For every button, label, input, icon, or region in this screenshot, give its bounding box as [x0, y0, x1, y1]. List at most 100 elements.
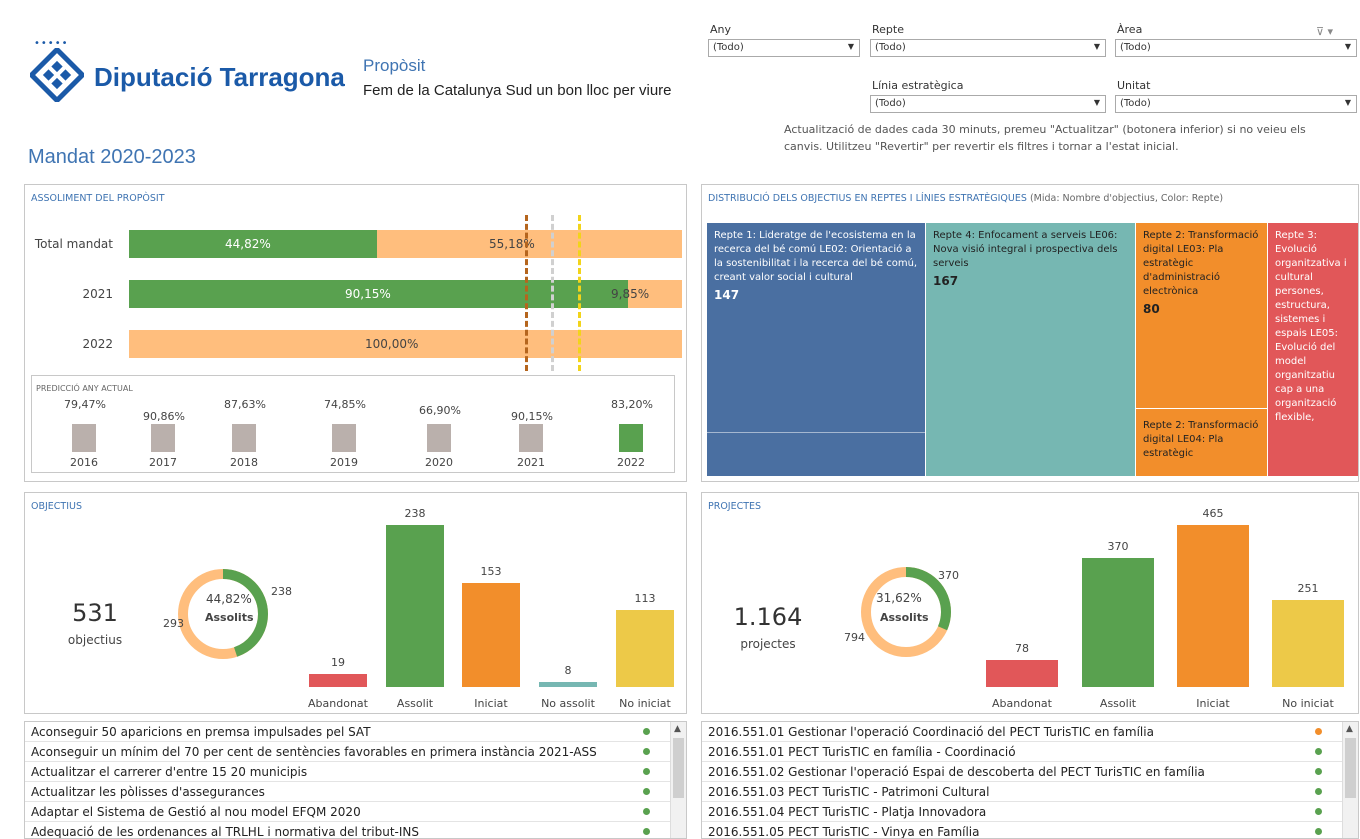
projectes-list-item[interactable]: 2016.551.04 PECT TurisTIC - Platja Innov…: [702, 802, 1358, 822]
treemap-cell-repte2-le03[interactable]: Repte 2: Transformació digital LE03: Pla…: [1136, 223, 1268, 409]
objectius-list-item-text: Actualitzar les pòlisses d'assegurances: [31, 785, 265, 799]
objectius-donut-left: 293: [163, 617, 184, 630]
projectes-bar-value-iniciat: 465: [1202, 507, 1224, 520]
prediction-value-2017: 90,86%: [143, 410, 185, 423]
bar-total-assolit-label: 44,82%: [225, 237, 271, 251]
prediction-year-2017: 2017: [149, 456, 177, 469]
prediction-bar-2021[interactable]: [519, 424, 543, 452]
projectes-bar-category-assolit: Assolit: [1099, 697, 1137, 710]
prediction-bar-2017[interactable]: [151, 424, 175, 452]
logo-diamond-icon: [30, 48, 84, 102]
projectes-bar-no-iniciat[interactable]: [1272, 599, 1344, 687]
projectes-list-item[interactable]: 2016.551.01 Gestionar l'operació Coordin…: [702, 722, 1358, 742]
projectes-bar-assolit[interactable]: [1082, 558, 1154, 687]
status-dot-icon: [643, 828, 650, 835]
scroll-up-icon[interactable]: ▲: [1346, 724, 1353, 734]
projectes-list-item-text: 2016.551.01 PECT TurisTIC en família - C…: [708, 745, 1016, 759]
row-label-2022: 2022: [82, 337, 113, 351]
projectes-donut-label: Assolits: [880, 611, 929, 624]
objectius-bar-category-abandonat: Abandonat: [308, 697, 368, 710]
projectes-donut-left: 794: [844, 631, 865, 644]
projectes-list-item[interactable]: 2016.551.01 PECT TurisTIC en família - C…: [702, 742, 1358, 762]
treemap-cell-repte3[interactable]: Repte 3: Evolució organitzativa i cultur…: [1268, 223, 1358, 477]
filter-unitat-value: (Todo): [1120, 98, 1151, 109]
filter-area-value: (Todo): [1120, 42, 1151, 53]
objectius-list-item-text: Adaptar el Sistema de Gestió al nou mode…: [31, 805, 361, 819]
chevron-down-icon: ▼: [1344, 42, 1351, 51]
projectes-bar-abandonat[interactable]: [986, 659, 1058, 687]
treemap-cell-repte2-le03-text: Repte 2: Transformació digital LE03: Pla…: [1143, 230, 1259, 297]
treemap-cell-repte4[interactable]: Repte 4: Enfocament a serveis LE06: Nova…: [926, 223, 1136, 477]
prediction-box: PREDICCIÓ ANY ACTUAL 79,47% 2016 90,86% 201…: [31, 375, 675, 473]
objectius-bar-no-assolit[interactable]: [539, 681, 597, 687]
prediction-bar-2016[interactable]: [72, 424, 96, 452]
prediction-bar-2022[interactable]: [619, 424, 643, 452]
status-dot-icon: [643, 808, 650, 815]
projectes-list-item[interactable]: 2016.551.03 PECT TurisTIC - Patrimoni Cu…: [702, 782, 1358, 802]
filter-area-select[interactable]: (Todo) ▼: [1115, 39, 1357, 57]
objectius-list-item[interactable]: Aconseguir 50 aparicions en premsa impul…: [25, 722, 686, 742]
filter-any-select[interactable]: (Todo) ▼: [708, 39, 860, 57]
projectes-list-item[interactable]: 2016.551.02 Gestionar l'operació Espai d…: [702, 762, 1358, 782]
prediction-year-2018: 2018: [230, 456, 258, 469]
prediction-value-2016: 79,47%: [64, 398, 106, 411]
status-dot-icon: [643, 728, 650, 735]
projectes-title: PROJECTES: [708, 501, 762, 512]
prediction-bar-2018[interactable]: [232, 424, 256, 452]
objectius-list-item[interactable]: Adaptar el Sistema de Gestió al nou mode…: [25, 802, 686, 822]
projectes-list-item-text: 2016.551.05 PECT TurisTIC - Vinya en Fam…: [708, 825, 980, 839]
status-dot-icon: [643, 768, 650, 775]
objectius-total: 531: [72, 599, 118, 627]
projectes-list-scrollbar[interactable]: ▲: [1342, 722, 1358, 838]
row-label-total: Total mandat: [34, 237, 113, 251]
objectius-bar-iniciat[interactable]: [462, 582, 520, 687]
objectius-list-scrollbar[interactable]: ▲: [670, 722, 686, 838]
prediction-year-2020: 2020: [425, 456, 453, 469]
objectius-bar-value-no-assolit: 8: [564, 663, 572, 677]
projectes-bar-category-abandonat: Abandonat: [992, 697, 1052, 710]
projectes-list-item-text: 2016.551.03 PECT TurisTIC - Patrimoni Cu…: [708, 785, 990, 799]
filter-repte-value: (Todo): [875, 42, 906, 53]
filter-unitat-select[interactable]: (Todo) ▼: [1115, 95, 1357, 113]
objectius-bar-no-iniciat[interactable]: [616, 610, 674, 687]
prediction-value-2022: 83,20%: [611, 398, 653, 411]
projectes-list-item[interactable]: 2016.551.05 PECT TurisTIC - Vinya en Fam…: [702, 822, 1358, 839]
chevron-down-icon: ▼: [1093, 42, 1100, 51]
objectius-bar-abandonat[interactable]: [309, 674, 367, 687]
prediction-bar-2020[interactable]: [427, 424, 451, 452]
prediction-bar-2019[interactable]: [332, 424, 356, 452]
objectius-list-item[interactable]: Aconseguir un mínim del 70 per cent de s…: [25, 742, 686, 762]
objectius-list-item[interactable]: Actualitzar el carrerer d'entre 15 20 mu…: [25, 762, 686, 782]
objectius-donut-pct: 44,82%: [206, 592, 252, 606]
purpose-title: Propòsit: [363, 56, 426, 75]
objectius-list-item[interactable]: Actualitzar les pòlisses d'assegurances: [25, 782, 686, 802]
treemap-cell-repte1[interactable]: Repte 1: Lideratge de l'ecosistema en la…: [707, 223, 926, 477]
objectius-bar-value-assolit: 238: [404, 507, 426, 520]
assoliment-panel: ASSOLIMENT DEL PROPÒSIT Total mandat 44,…: [24, 184, 687, 482]
treemap-divider: [707, 432, 926, 433]
filter-any-label: Any: [710, 23, 732, 36]
objectius-list-item-text: Aconseguir un mínim del 70 per cent de s…: [31, 745, 597, 759]
prediction-value-2021: 90,15%: [511, 410, 553, 423]
projectes-bar-iniciat[interactable]: [1177, 525, 1249, 687]
projectes-donut-right: 370: [938, 569, 959, 582]
treemap-cell-repte2-le04[interactable]: Repte 2: Transformació digital LE04: Pla…: [1136, 409, 1268, 477]
objectius-bar-category-no-assolit: No assolit: [541, 697, 595, 710]
objectius-panel: OBJECTIUS 531 objectius 44,82% Assolits …: [24, 492, 687, 714]
scroll-thumb[interactable]: [1345, 738, 1356, 798]
objectius-list-item-text: Aconseguir 50 aparicions en premsa impul…: [31, 725, 371, 739]
objectius-bar-value-no-iniciat: 113: [634, 592, 656, 606]
objectius-bar-assolit[interactable]: [386, 525, 444, 687]
projectes-bar-category-no-iniciat: No iniciat: [1282, 697, 1334, 710]
projectes-bar-value-no-iniciat: 251: [1297, 581, 1319, 595]
filter-repte-select[interactable]: (Todo) ▼: [870, 39, 1106, 57]
treemap-cell-repte2-le03-num: 80: [1143, 302, 1160, 316]
objectius-list-item[interactable]: Adequació de les ordenances al TRLHL i n…: [25, 822, 686, 838]
filter-linia-select[interactable]: (Todo) ▼: [870, 95, 1106, 113]
bar-2021-pendent-label: 9,85%: [611, 287, 650, 301]
scroll-thumb[interactable]: [673, 738, 684, 798]
scroll-up-icon[interactable]: ▲: [674, 724, 681, 734]
prediction-value-2018: 87,63%: [224, 398, 266, 411]
filter-funnel-icon[interactable]: ⊽ ▾: [1316, 25, 1333, 38]
status-dot-icon: [1315, 828, 1322, 835]
